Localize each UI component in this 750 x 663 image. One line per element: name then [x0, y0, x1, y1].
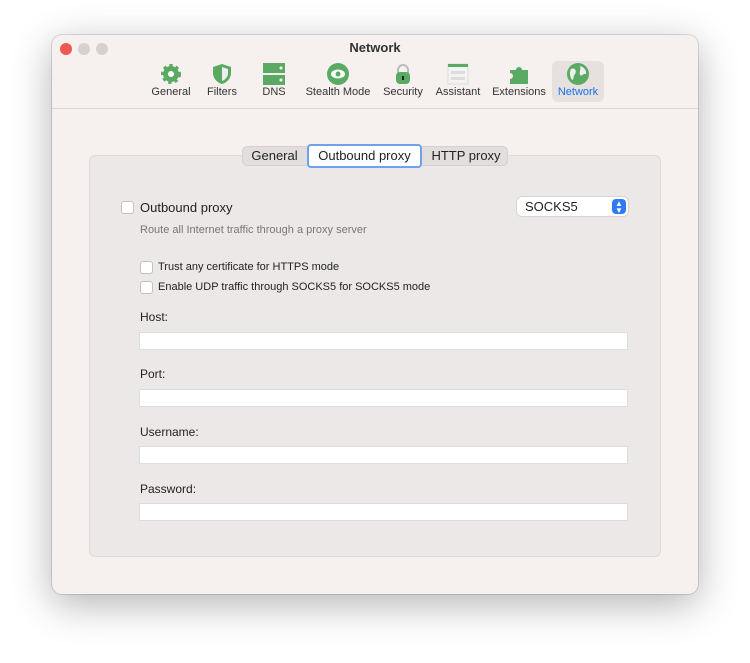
password-label: Password:	[140, 482, 197, 496]
outbound-proxy-label: Outbound proxy	[140, 200, 233, 215]
preferences-window: Network General Filters DNS Stealth Mode…	[52, 35, 698, 594]
toolbar-dns[interactable]: DNS	[256, 61, 292, 102]
host-input[interactable]	[139, 332, 628, 350]
toolbar-filters[interactable]: Filters	[202, 61, 242, 102]
toolbar: General Filters DNS Stealth Mode Securit…	[52, 35, 698, 109]
toolbar-network[interactable]: Network	[552, 61, 604, 102]
outbound-proxy-checkbox[interactable]	[121, 201, 134, 214]
globe-icon	[567, 63, 589, 85]
gear-icon	[161, 64, 181, 84]
udp-traffic-label: Enable UDP traffic through SOCKS5 for SO…	[158, 281, 431, 293]
tab-bar: General Outbound proxy HTTP proxy	[242, 144, 509, 168]
toolbar-label: Assistant	[435, 86, 481, 98]
toolbar-assistant[interactable]: Assistant	[434, 61, 482, 102]
port-label: Port:	[140, 367, 166, 381]
server-icon	[263, 63, 285, 85]
toolbar-extensions[interactable]: Extensions	[491, 61, 547, 102]
username-input[interactable]	[139, 446, 628, 464]
port-input[interactable]	[139, 389, 628, 407]
toolbar-label: DNS	[262, 86, 286, 98]
host-label: Host:	[140, 310, 169, 324]
toolbar-label: Stealth Mode	[305, 86, 371, 98]
outbound-proxy-description: Route all Internet traffic through a pro…	[140, 224, 367, 236]
udp-traffic-checkbox[interactable]	[140, 281, 153, 294]
proxy-type-select[interactable]: SOCKS5 ▲ ▼	[517, 197, 628, 216]
tab-http-proxy[interactable]: HTTP proxy	[423, 147, 509, 165]
toolbar-label: General	[151, 86, 191, 98]
lock-icon	[396, 64, 410, 84]
toolbar-label: Extensions	[492, 86, 546, 98]
toolbar-label: Security	[383, 86, 423, 98]
toolbar-stealth-mode[interactable]: Stealth Mode	[304, 61, 372, 102]
tab-outbound-proxy[interactable]: Outbound proxy	[307, 144, 422, 168]
username-label: Username:	[140, 425, 199, 439]
chevron-up-down-icon: ▲ ▼	[612, 199, 626, 215]
proxy-type-value: SOCKS5	[525, 199, 578, 214]
toolbar-label: Network	[557, 86, 599, 98]
puzzle-icon	[510, 67, 528, 84]
trust-certificate-label: Trust any certificate for HTTPS mode	[158, 261, 340, 273]
browser-window-icon	[447, 63, 469, 85]
toolbar-general[interactable]: General	[149, 61, 193, 102]
trust-certificate-checkbox[interactable]	[140, 261, 153, 274]
toolbar-security[interactable]: Security	[381, 61, 425, 102]
shield-icon	[213, 64, 231, 84]
tab-general[interactable]: General	[243, 147, 306, 165]
toolbar-label: Filters	[207, 86, 237, 98]
eye-icon	[327, 63, 349, 85]
password-input[interactable]	[139, 503, 628, 521]
